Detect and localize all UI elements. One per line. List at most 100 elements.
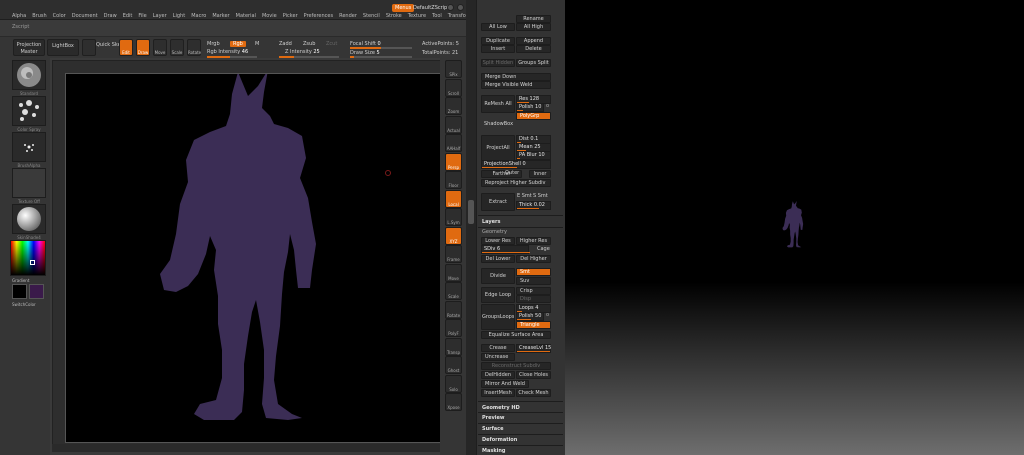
suv-toggle[interactable]: Suv [516,277,551,285]
menu-item-light[interactable]: Light [173,13,185,19]
zcut-toggle[interactable]: Zcut [326,41,337,47]
material-thumbnail[interactable] [12,204,46,234]
duplicate-button[interactable]: Duplicate [481,37,515,45]
uncrease-button[interactable]: Uncrease [481,353,515,361]
rgb-intensity-label[interactable]: Rgb Intensity 46 [207,49,248,55]
shelf-xyz-button[interactable]: XYZ [445,226,462,245]
shelf-xpose-button[interactable]: Xpose [445,393,462,411]
move-button[interactable]: Move [153,39,167,56]
menu-item-edit[interactable]: Edit [123,13,133,19]
reconstruct-subdiv-button[interactable]: Reconstruct Subdiv [481,362,551,370]
shelf-l-sym-button[interactable]: L.Sym [445,208,462,226]
projection-shell-slider[interactable]: ProjectionShell 0 [481,160,551,169]
shelf-solo-button[interactable]: Solo [445,374,462,393]
polygrp-toggle[interactable]: PolyGrp [516,112,551,120]
geometry-section[interactable]: Geometry [482,229,507,235]
maximize-icon[interactable] [457,4,464,11]
menu-item-stencil[interactable]: Stencil [363,13,380,19]
edit-button[interactable]: Edit [119,39,133,56]
shelf-move-button[interactable]: Move [445,263,462,282]
thick-slider[interactable]: Thick 0.02 [516,201,551,210]
preview-section[interactable]: Preview [482,415,505,421]
del-higher-button[interactable]: Del Higher [516,255,551,263]
bottom-scrollbar[interactable] [52,444,455,452]
del-hidden-button[interactable]: DelHidden [481,371,515,379]
secondary-color-swatch[interactable] [29,284,44,299]
quick-sketch-icon[interactable] [82,39,96,56]
menu-item-material[interactable]: Material [236,13,256,19]
s-smt-toggle[interactable]: S Smt [533,193,548,199]
groups-split-button[interactable]: Groups Split [516,59,551,67]
zscript-menu[interactable]: Zscript [12,24,29,30]
deformation-section[interactable]: Deformation [482,437,517,443]
all-low-button[interactable]: All Low [481,23,515,31]
menu-item-alpha[interactable]: Alpha [12,13,26,19]
insert-button[interactable]: Insert [481,45,515,53]
groups-loops-button[interactable]: GroupsLoops [481,304,515,330]
main-color-swatch[interactable] [12,284,27,299]
shelf-aahalf-button[interactable]: AAHalf [445,134,462,152]
polish-settings-icon[interactable]: o [546,103,549,109]
shelf-rotate-button[interactable]: Rotate [445,300,462,319]
close-holes-button[interactable]: Close Holes [516,371,551,379]
z-intensity-label[interactable]: Z Intensity 25 [285,49,320,55]
shelf-zoom-button[interactable]: Zoom [445,97,462,115]
alpha-thumbnail[interactable] [12,132,46,162]
rotate-button[interactable]: Rotate [187,39,201,56]
crisp-toggle[interactable]: Crisp [516,287,551,295]
shelf-actual-button[interactable]: Actual [445,115,462,134]
stroke-thumbnail[interactable] [12,96,46,126]
merge-down-button[interactable]: Merge Down [481,73,551,81]
shadowbox-button[interactable]: ShadowBox [481,121,551,129]
pa-blur-slider[interactable]: PA Blur 10 [516,151,551,160]
document-canvas[interactable] [65,70,442,443]
rename-button[interactable]: Rename [516,15,551,23]
menu-item-picker[interactable]: Picker [283,13,298,19]
split-hidden-button[interactable]: Split Hidden [481,59,515,67]
polish-loops-slider[interactable]: Polish 50 [516,312,544,321]
menu-item-stroke[interactable]: Stroke [386,13,402,19]
shelf-polyf-button[interactable]: PolyF [445,319,462,337]
lightbox-button[interactable]: LightBox [47,39,79,56]
mrgb-toggle[interactable]: Mrgb [207,41,220,47]
draw-size-slider[interactable] [350,56,412,58]
shelf-local-button[interactable]: Local [445,189,462,208]
tray-scroll-knob[interactable] [468,200,474,224]
switch-color-label[interactable]: SwitchColor [12,302,50,307]
zadd-toggle[interactable]: Zadd [279,41,292,47]
menu-item-color[interactable]: Color [53,13,66,19]
shelf-scroll-button[interactable]: Scroll [445,78,462,97]
shelf-persp-button[interactable]: Persp [445,152,462,171]
inner-button[interactable]: Inner [529,170,551,178]
divide-button[interactable]: Divide [481,268,515,284]
remesh-all-button[interactable]: ReMesh All [481,95,515,113]
geometry-hd-section[interactable]: Geometry HD [482,405,520,411]
lower-res-button[interactable]: Lower Res [481,237,515,245]
smt-toggle[interactable]: Smt [516,268,551,276]
shelf-frame-button[interactable]: Frame [445,245,462,263]
color-picker-cursor[interactable] [30,260,35,265]
polish-loops-settings-icon[interactable]: o [546,312,549,318]
shelf-floor-button[interactable]: Floor [445,171,462,189]
layers-section[interactable]: Layers [482,219,501,225]
m-toggle[interactable]: M [255,41,259,47]
menu-item-preferences[interactable]: Preferences [304,13,333,19]
menu-item-document[interactable]: Document [72,13,98,19]
minimize-icon[interactable] [447,4,454,11]
crease-lvl-slider[interactable]: CreaseLvl 15 [516,344,551,353]
zsub-toggle[interactable]: Zsub [303,41,315,47]
all-high-button[interactable]: All High [516,23,551,31]
insert-mesh-button[interactable]: InsertMesh [481,389,515,397]
outer-toggle[interactable]: Outer [505,170,519,176]
shelf-spix-button[interactable]: SPix [445,60,462,78]
color-picker[interactable] [10,240,46,276]
higher-res-button[interactable]: Higher Res [516,237,551,245]
menu-item-layer[interactable]: Layer [153,13,167,19]
surface-section[interactable]: Surface [482,426,504,432]
cage-button[interactable]: Cage [537,246,550,252]
menu-item-tool[interactable]: Tool [432,13,442,19]
gradient-label[interactable]: Gradient [12,278,50,283]
shelf-transp-button[interactable]: Transp [445,337,462,356]
edge-loop-button[interactable]: Edge Loop [481,287,515,303]
project-all-button[interactable]: ProjectAll [481,135,515,161]
